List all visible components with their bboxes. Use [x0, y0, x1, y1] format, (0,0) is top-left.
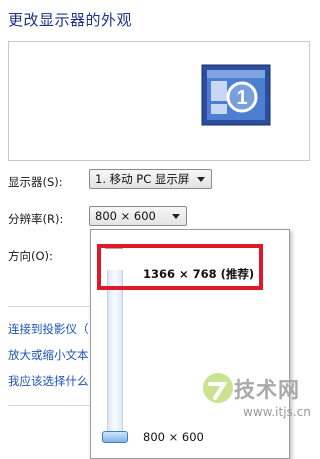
resolution-label: 分辨率(R): — [8, 212, 64, 226]
monitor-number: 1 — [236, 87, 247, 109]
watermark-brand: 技术网 — [234, 378, 300, 402]
orientation-label: 方向(O): — [8, 249, 53, 263]
display-select-value: 1. 移动 PC 显示屏 — [95, 172, 190, 186]
resolution-select[interactable]: 800 × 600 — [89, 206, 187, 226]
watermark-logo-icon — [203, 373, 233, 403]
link-which-settings[interactable]: 我应该选择什么 — [8, 373, 92, 389]
display-label: 显示器(S): — [8, 175, 63, 189]
highlight-box — [97, 244, 263, 290]
watermark-url: www.itjs.cn — [243, 405, 311, 419]
dropdown-arrow-icon — [197, 177, 205, 182]
resolution-option-lowest[interactable]: 800 × 600 — [143, 430, 204, 444]
resolution-slider-track[interactable] — [107, 270, 123, 440]
dropdown-arrow-icon — [172, 214, 180, 219]
display-select[interactable]: 1. 移动 PC 显示屏 — [89, 169, 212, 189]
link-connect-projector[interactable]: 连接到投影仪（ — [8, 321, 92, 337]
slider-thumb-icon[interactable] — [102, 431, 128, 443]
divider — [8, 405, 92, 406]
link-text-size[interactable]: 放大或缩小文本 — [8, 347, 92, 363]
divider — [8, 306, 92, 307]
resolution-select-value: 800 × 600 — [95, 209, 156, 223]
monitor-icon[interactable]: 1 — [201, 64, 271, 126]
page-title: 更改显示器的外观 — [8, 11, 133, 29]
